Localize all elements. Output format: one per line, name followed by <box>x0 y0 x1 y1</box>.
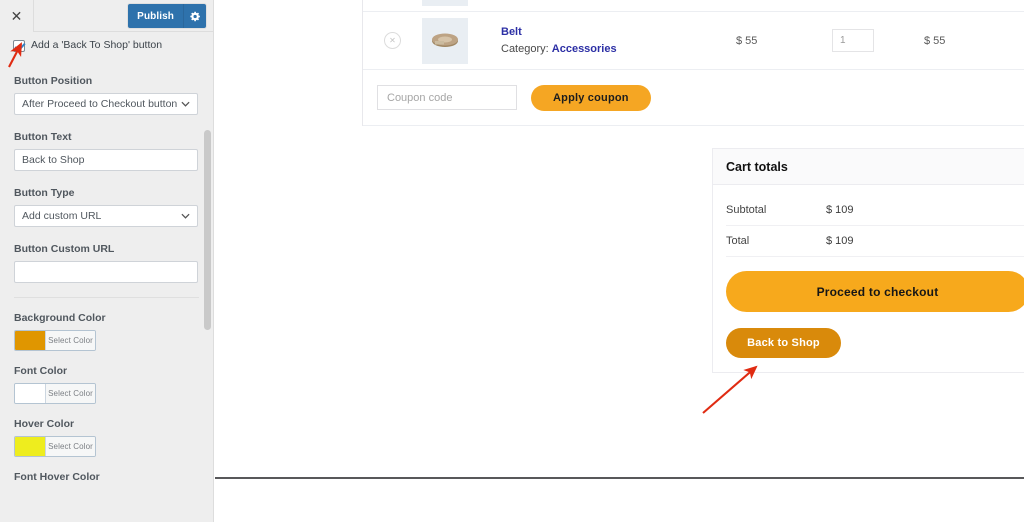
select-color-button[interactable]: Select Color <box>45 437 95 456</box>
customizer-body: Add a 'Back To Shop' button Button Posit… <box>0 32 213 483</box>
field-label: Button Position <box>14 75 93 87</box>
field-button-type: Button Type Add custom URL <box>0 187 213 227</box>
apply-coupon-button[interactable]: Apply coupon <box>531 84 651 111</box>
proceed-to-checkout-button[interactable]: Proceed to checkout <box>726 271 1024 312</box>
screen-root: ✕ Publish Add a 'Back To Shop' button Bu… <box>0 0 1024 522</box>
field-label: Hover Color <box>14 418 75 430</box>
button-position-value: After Proceed to Checkout button <box>22 98 178 110</box>
button-text-input[interactable]: Back to Shop <box>14 149 198 171</box>
back-to-shop-toggle-row[interactable]: Add a 'Back To Shop' button <box>0 32 213 52</box>
category-prefix: Category: <box>501 43 549 55</box>
page-bottom-divider <box>215 477 1024 479</box>
font-color-swatch <box>15 384 45 403</box>
cart-totals-body: Subtotal $ 109 Total $ 109 Proceed to ch… <box>713 185 1024 372</box>
button-position-select[interactable]: After Proceed to Checkout button <box>14 93 198 115</box>
thumbnail-cell <box>422 17 488 64</box>
totals-key: Subtotal <box>726 204 767 216</box>
product-thumbnail-bag[interactable] <box>422 0 468 6</box>
field-hover-color: Hover Color Select Color <box>0 418 213 457</box>
close-x-icon[interactable]: ✕ <box>0 0 34 32</box>
field-button-text: Button Text Back to Shop <box>0 131 213 171</box>
field-label: Button Custom URL <box>14 243 115 255</box>
totals-key: Total <box>726 235 750 247</box>
product-category: Category: Accessories <box>501 43 736 55</box>
field-button-position: Button Position After Proceed to Checkou… <box>0 75 213 115</box>
cart-totals-panel: Cart totals Subtotal $ 109 Total $ 109 P… <box>712 148 1024 373</box>
hover-color-swatch <box>15 437 45 456</box>
button-type-select[interactable]: Add custom URL <box>14 205 198 227</box>
publish-control-group: Publish <box>128 4 206 28</box>
thumbnail-cell <box>422 0 488 6</box>
select-color-button[interactable]: Select Color <box>45 384 95 403</box>
field-font-hover-color: Font Hover Color <box>0 471 213 483</box>
sidebar-scrollbar-thumb[interactable] <box>204 130 211 330</box>
quantity-cell: 1 <box>832 29 924 52</box>
field-font-color: Font Color Select Color <box>0 365 213 404</box>
publish-button[interactable]: Publish <box>128 4 183 28</box>
button-type-value: Add custom URL <box>22 210 102 222</box>
back-to-shop-button[interactable]: Back to Shop <box>726 328 841 358</box>
field-background-color: Background Color Select Color <box>0 312 213 351</box>
quantity-stepper[interactable]: 1 <box>832 29 874 52</box>
customizer-sidebar: ✕ Publish Add a 'Back To Shop' button Bu… <box>0 0 214 522</box>
product-info-cell: Belt Category: Accessories <box>488 26 736 55</box>
field-label: Background Color <box>14 312 106 324</box>
coupon-code-input[interactable]: Coupon code <box>377 85 517 110</box>
chevron-down-icon <box>181 98 190 110</box>
chevron-down-icon <box>181 210 190 222</box>
product-subtotal: $ 55 <box>924 34 946 47</box>
table-row: ✕ Category: Accessories <box>363 0 1024 12</box>
totals-value: $ 109 <box>826 204 854 216</box>
font-color-picker[interactable]: Select Color <box>14 383 96 404</box>
coupon-row: Coupon code Apply coupon <box>363 70 1024 126</box>
remove-cell: ✕ <box>363 32 422 49</box>
table-row: ✕ Belt Category: Accessories $ 55 1 $ 55 <box>363 12 1024 70</box>
gear-icon[interactable] <box>183 4 206 28</box>
remove-item-icon[interactable]: ✕ <box>384 32 401 49</box>
product-name-link[interactable]: Belt <box>501 26 736 38</box>
field-label: Button Type <box>14 187 75 199</box>
hover-color-picker[interactable]: Select Color <box>14 436 96 457</box>
cart-totals-title: Cart totals <box>713 149 1024 185</box>
field-label: Font Color <box>14 365 68 377</box>
category-link[interactable]: Accessories <box>552 43 617 55</box>
background-color-swatch <box>15 331 45 350</box>
button-text-value: Back to Shop <box>22 154 85 166</box>
customizer-header: ✕ Publish <box>0 0 213 32</box>
totals-row-total: Total $ 109 <box>726 226 1024 257</box>
totals-row-subtotal: Subtotal $ 109 <box>726 195 1024 226</box>
button-custom-url-input[interactable] <box>14 261 198 283</box>
field-button-custom-url: Button Custom URL <box>0 243 213 283</box>
back-to-shop-checkbox-label: Add a 'Back To Shop' button <box>31 39 163 51</box>
select-color-button[interactable]: Select Color <box>45 331 95 350</box>
back-to-shop-checkbox[interactable] <box>13 40 25 52</box>
site-preview: ✕ Category: Accessories <box>215 0 1024 522</box>
totals-value: $ 109 <box>826 235 854 247</box>
product-thumbnail-belt[interactable] <box>422 17 468 64</box>
product-price: $ 55 <box>736 34 758 47</box>
field-label: Font Hover Color <box>14 471 100 483</box>
cart-items-table: ✕ Category: Accessories <box>362 0 1024 126</box>
sidebar-scrollbar[interactable] <box>204 33 211 522</box>
field-label: Button Text <box>14 131 72 143</box>
background-color-picker[interactable]: Select Color <box>14 330 96 351</box>
